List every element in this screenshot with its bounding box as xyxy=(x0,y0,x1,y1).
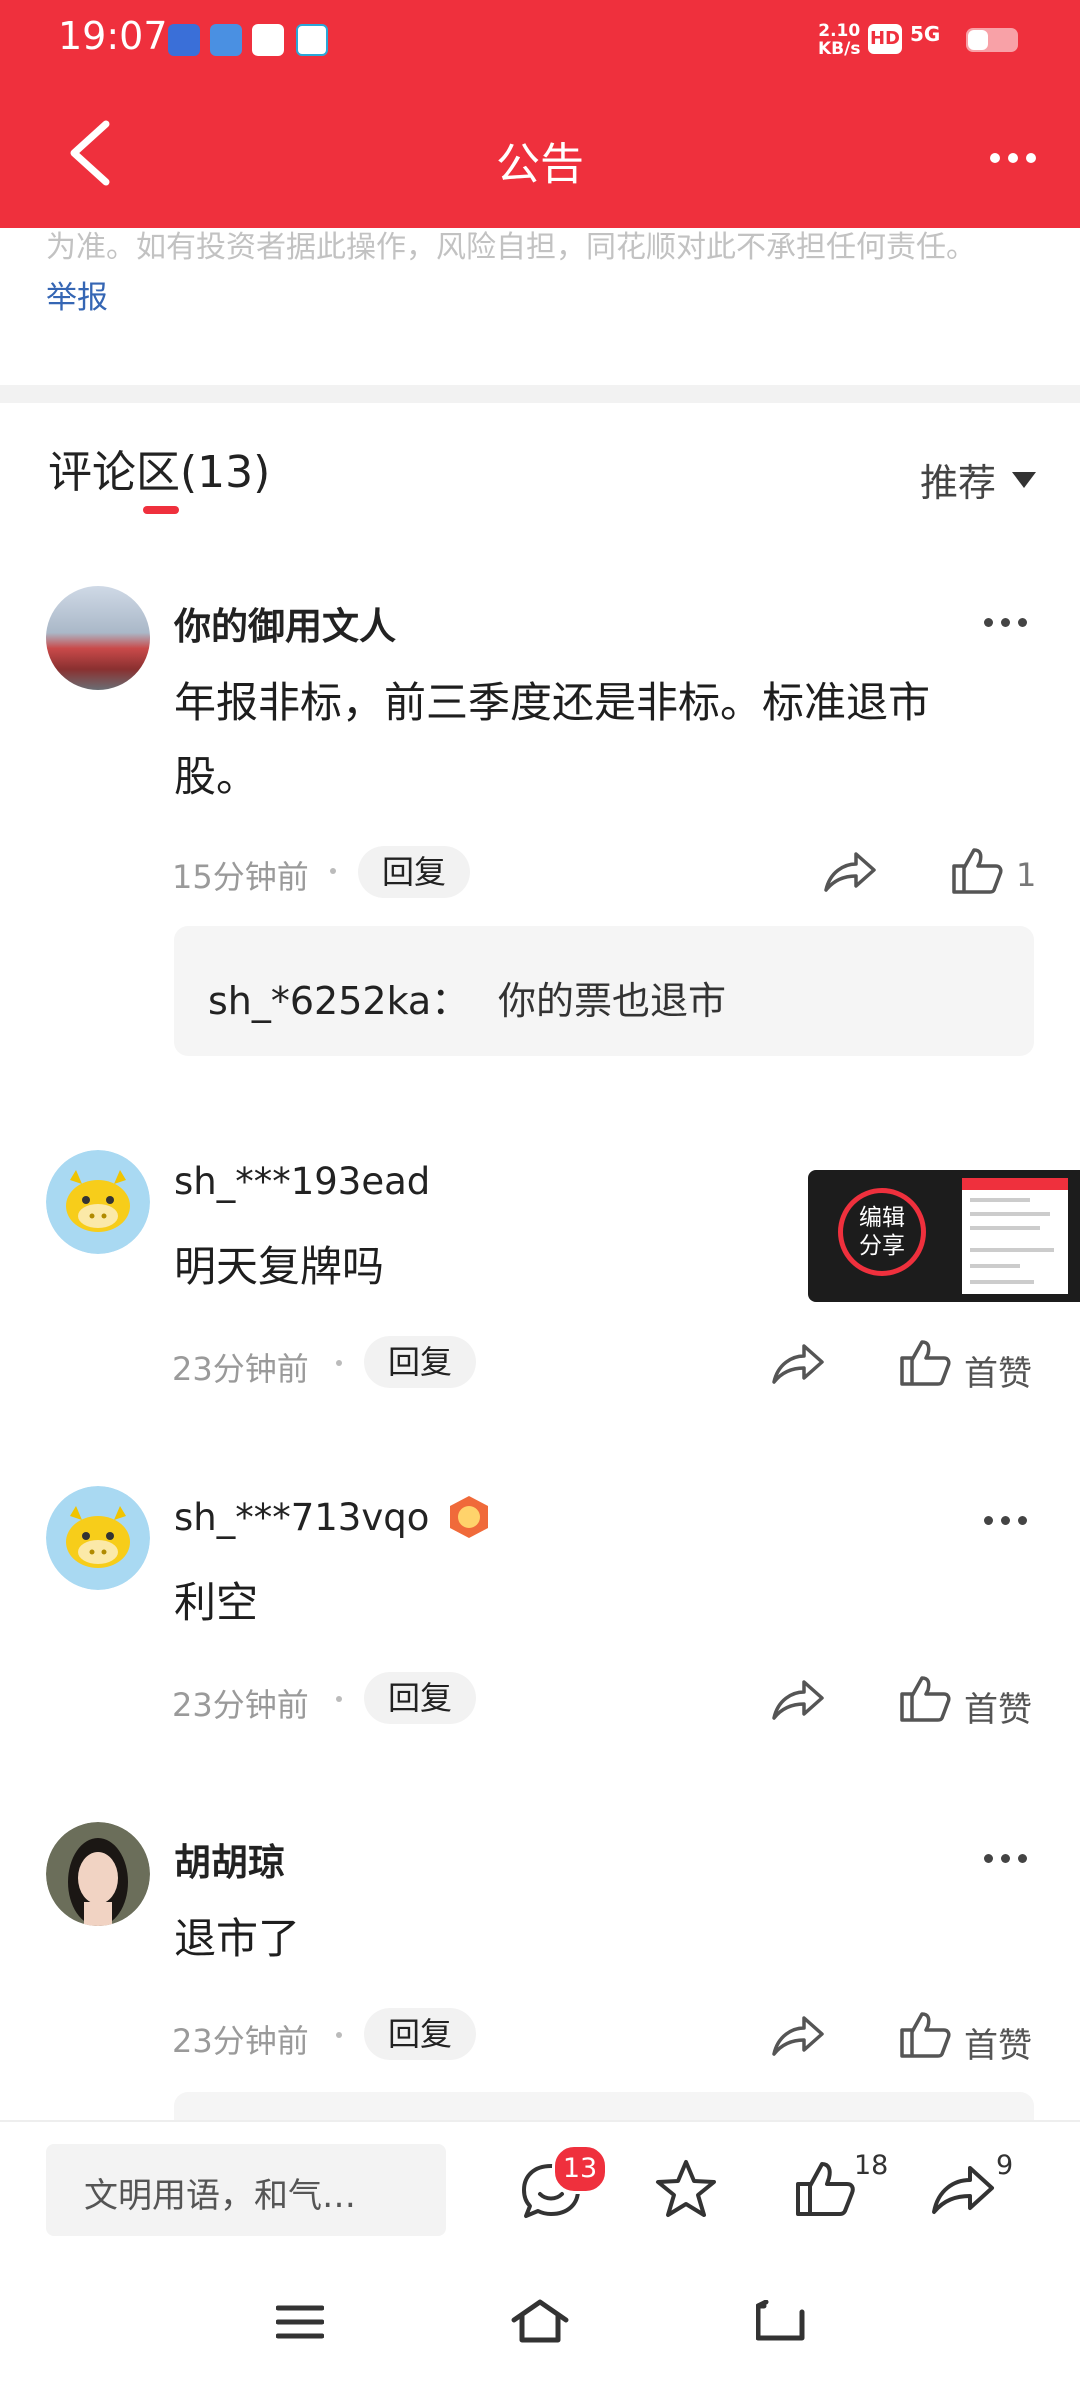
status-time: 19:07 xyxy=(58,14,168,58)
avatar[interactable] xyxy=(46,1822,150,1926)
reply-button[interactable]: 回复 xyxy=(358,846,470,898)
page-title: 公告 xyxy=(496,139,584,190)
user-level-badge-icon xyxy=(450,1496,488,1538)
comment-count-badge: 13 xyxy=(552,2144,608,2194)
separator-dot xyxy=(336,1360,342,1366)
comment-text-line: 年报非标，前三季度还是非标。标准退市 xyxy=(174,678,931,727)
net-speed-value: 2.10 xyxy=(818,21,861,41)
comment-more-icon[interactable] xyxy=(984,1510,1035,1529)
section-divider xyxy=(0,385,1080,403)
comment-username[interactable]: 你的御用文人 xyxy=(174,596,396,650)
sort-dropdown[interactable]: 推荐 xyxy=(920,452,996,507)
avatar[interactable] xyxy=(46,1486,150,1590)
reply-button[interactable]: 回复 xyxy=(364,1336,476,1388)
reply-preview[interactable]: sh_*6252ka： 你的票也退市 xyxy=(174,926,1034,1056)
share-label: 分享 xyxy=(859,1233,905,1259)
app-notification-icon xyxy=(296,24,328,56)
avatar[interactable] xyxy=(46,586,150,690)
avatar[interactable] xyxy=(46,1150,150,1254)
reply-preview-partial xyxy=(174,2092,1034,2120)
report-link[interactable]: 举报 xyxy=(46,272,108,317)
first-like-label[interactable]: 首赞 xyxy=(964,1682,1032,1731)
battery-icon xyxy=(966,28,1018,52)
status-bar: 19:07 2.10 KB/s HD 5G xyxy=(0,0,1080,80)
separator-dot xyxy=(330,868,336,874)
share-arrow-icon[interactable] xyxy=(930,2162,996,2218)
edit-share-label: 编辑 分享 xyxy=(838,1204,926,1260)
comment-input-placeholder: 文明用语，和气… xyxy=(84,2176,356,2216)
caret-down-icon[interactable] xyxy=(1012,472,1036,488)
share-arrow-icon[interactable] xyxy=(770,1676,826,1724)
reply-text: 你的票也退市 xyxy=(498,979,727,1023)
reply-button[interactable]: 回复 xyxy=(364,1672,476,1724)
thumb-up-icon[interactable] xyxy=(898,1674,952,1724)
app-notification-icon xyxy=(168,24,200,56)
share-arrow-icon[interactable] xyxy=(770,1340,826,1388)
comment-more-icon[interactable] xyxy=(984,612,1035,631)
edit-share-widget[interactable]: 编辑 分享 xyxy=(808,1170,1080,1302)
thumb-up-icon[interactable] xyxy=(950,846,1004,896)
comment-input[interactable]: 文明用语，和气… xyxy=(46,2144,446,2236)
comment-more-icon[interactable] xyxy=(984,1848,1035,1867)
thumb-up-icon[interactable] xyxy=(794,2160,856,2218)
comment-username[interactable]: 胡胡琼 xyxy=(174,1832,285,1886)
thumb-up-icon[interactable] xyxy=(898,2010,952,2060)
share-count: 9 xyxy=(996,2150,1014,2181)
star-icon[interactable] xyxy=(654,2158,718,2220)
comment-time: 23分钟前 xyxy=(172,2022,309,2060)
share-arrow-icon[interactable] xyxy=(770,2012,826,2060)
separator-dot xyxy=(336,1696,342,1702)
first-like-label[interactable]: 首赞 xyxy=(964,2018,1032,2067)
more-icon[interactable] xyxy=(990,148,1044,167)
comment-text: 利空 xyxy=(174,1578,259,1627)
disclaimer-text: 为准。如有投资者据此操作，风险自担，同花顺对此不承担任何责任。 xyxy=(46,230,976,265)
comment-text-line: 股。 xyxy=(174,752,259,801)
share-arrow-icon[interactable] xyxy=(822,848,878,896)
comment-username[interactable]: sh_***713vqo xyxy=(174,1496,429,1539)
first-like-label[interactable]: 首赞 xyxy=(964,1346,1032,1395)
like-count: 1 xyxy=(1016,856,1037,894)
net-speed-unit: KB/s xyxy=(818,39,861,59)
net-speed: 2.10 KB/s xyxy=(818,22,860,58)
reply-username[interactable]: sh_*6252ka： xyxy=(208,970,469,1025)
reply-button[interactable]: 回复 xyxy=(364,2008,476,2060)
app-notification-icon xyxy=(252,24,284,56)
screenshot-thumbnail[interactable] xyxy=(962,1178,1068,1294)
comments-title: 评论区(13) xyxy=(48,447,271,498)
separator-dot xyxy=(336,2032,342,2038)
comment-text: 年报非标，前三季度还是非标。标准退市 股。 xyxy=(174,666,930,814)
thumb-up-icon[interactable] xyxy=(898,1338,952,1388)
app-notification-icon xyxy=(210,24,242,56)
menu-icon[interactable] xyxy=(276,2302,324,2342)
comment-text: 退市了 xyxy=(174,1914,301,1963)
tab-underline xyxy=(143,506,179,514)
signal-5g-icon: 5G xyxy=(910,22,941,46)
comment-text: 明天复牌吗 xyxy=(174,1242,385,1291)
edit-label: 编辑 xyxy=(859,1205,905,1231)
comment-time: 23分钟前 xyxy=(172,1686,309,1724)
like-count: 18 xyxy=(854,2150,889,2181)
return-icon[interactable] xyxy=(756,2300,806,2344)
hd-icon: HD xyxy=(868,24,902,54)
comment-time: 23分钟前 xyxy=(172,1350,309,1388)
comment-username[interactable]: sh_***193ead xyxy=(174,1160,430,1203)
comment-time: 15分钟前 xyxy=(172,858,309,896)
home-icon[interactable] xyxy=(510,2298,570,2344)
